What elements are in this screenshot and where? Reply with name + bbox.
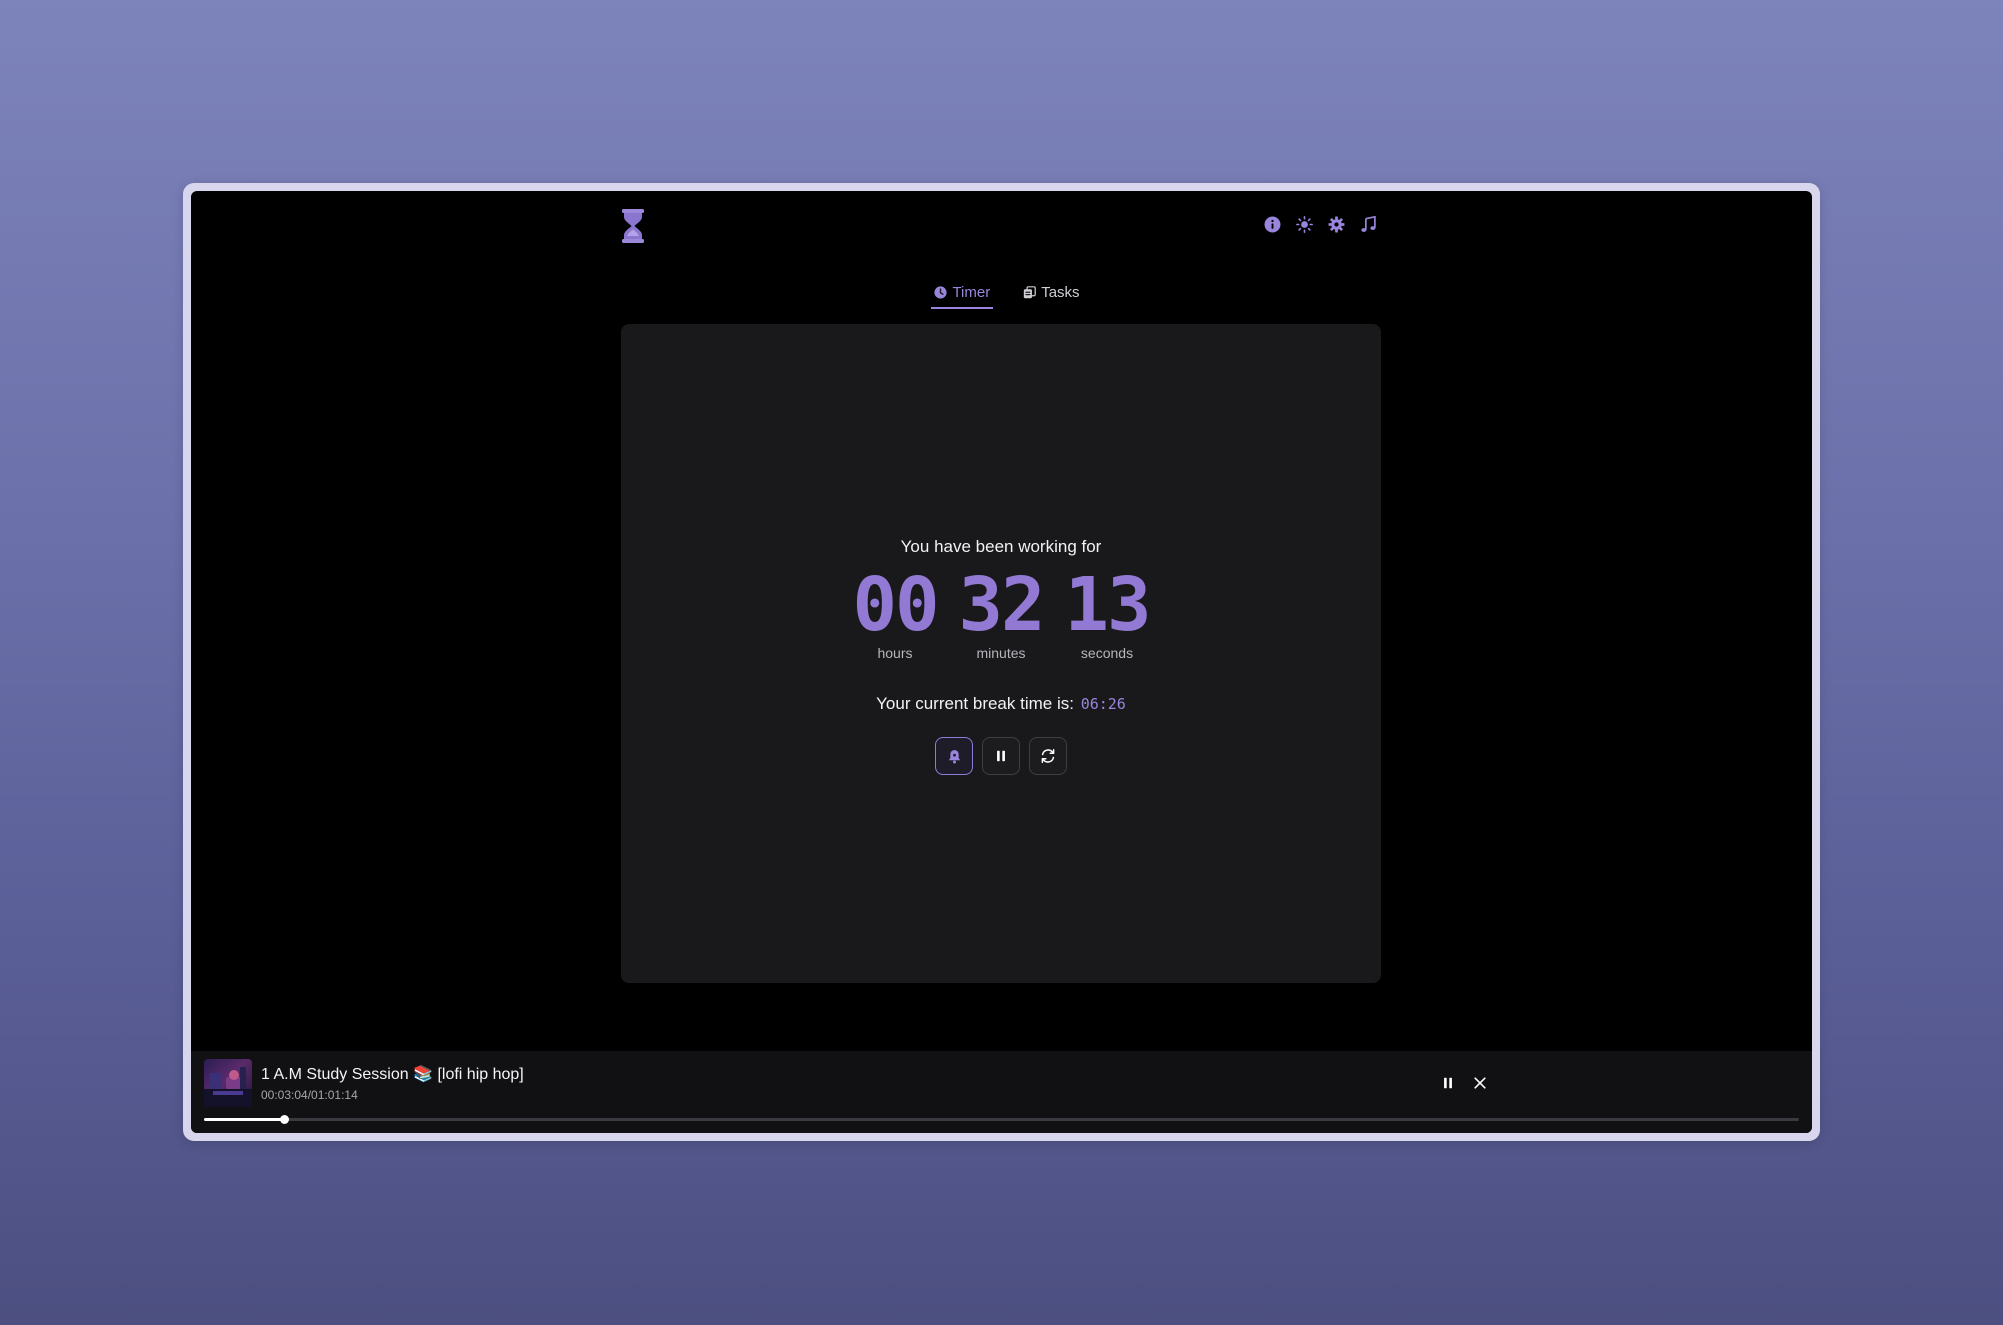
track-title: 1 A.M Study Session 📚 [lofi hip hop] bbox=[261, 1066, 524, 1083]
clock-icon bbox=[934, 286, 948, 299]
tab-timer-label: Timer bbox=[952, 284, 991, 301]
timer-controls bbox=[621, 737, 1381, 775]
info-icon[interactable] bbox=[1263, 215, 1281, 233]
minutes-label: minutes bbox=[976, 645, 1026, 661]
break-time-line: Your current break time is: 06:26 bbox=[621, 694, 1381, 714]
minutes-unit: 32 minutes bbox=[956, 567, 1046, 661]
working-heading: You have been working for bbox=[900, 537, 1102, 556]
track-time: 00:03:04/01:01:14 bbox=[261, 1088, 358, 1102]
seconds-unit: 13 seconds bbox=[1062, 567, 1152, 661]
minutes-value: 32 bbox=[958, 562, 1045, 648]
hourglass-icon[interactable] bbox=[621, 209, 645, 243]
track-progress-bar[interactable] bbox=[204, 1115, 1799, 1124]
app-root: Timer Tasks You have been working for 00… bbox=[191, 191, 1812, 1133]
clipboard-icon bbox=[1024, 286, 1037, 299]
break-label: Your current break time is: bbox=[876, 694, 1074, 713]
hours-unit: 00 hours bbox=[850, 567, 940, 661]
track-progress-fill bbox=[204, 1118, 284, 1121]
elapsed-time: 00 hours 32 minutes 13 seconds bbox=[621, 567, 1381, 661]
tab-timer[interactable]: Timer bbox=[931, 284, 994, 309]
seconds-value: 13 bbox=[1064, 562, 1151, 648]
hours-label: hours bbox=[877, 645, 913, 661]
bell-icon bbox=[948, 749, 960, 763]
pause-icon bbox=[997, 750, 1005, 762]
tab-tasks-label: Tasks bbox=[1041, 284, 1080, 301]
track-thumbnail bbox=[204, 1059, 252, 1107]
gear-icon[interactable] bbox=[1327, 215, 1345, 233]
pause-button[interactable] bbox=[982, 737, 1020, 775]
player-pause-button[interactable] bbox=[1438, 1073, 1458, 1093]
pause-icon bbox=[1444, 1077, 1452, 1089]
sun-icon[interactable] bbox=[1295, 215, 1313, 233]
break-bell-button[interactable] bbox=[935, 737, 973, 775]
break-time-value: 06:26 bbox=[1080, 695, 1126, 713]
refresh-icon bbox=[1041, 749, 1055, 763]
reset-button[interactable] bbox=[1029, 737, 1067, 775]
player-close-button[interactable] bbox=[1470, 1073, 1490, 1093]
app-window: Timer Tasks You have been working for 00… bbox=[183, 183, 1820, 1141]
music-note-icon[interactable] bbox=[1359, 215, 1377, 233]
hours-value: 00 bbox=[852, 562, 939, 648]
tab-bar: Timer Tasks bbox=[191, 284, 1812, 309]
track-progress-handle[interactable] bbox=[279, 1115, 289, 1124]
tab-tasks[interactable]: Tasks bbox=[1023, 284, 1080, 309]
header-actions bbox=[1263, 215, 1377, 233]
timer-card: You have been working for 00 hours 32 mi… bbox=[621, 324, 1381, 983]
music-player: 1 A.M Study Session 📚 [lofi hip hop] 00:… bbox=[191, 1051, 1812, 1133]
close-icon bbox=[1474, 1077, 1486, 1089]
seconds-label: seconds bbox=[1080, 645, 1134, 661]
